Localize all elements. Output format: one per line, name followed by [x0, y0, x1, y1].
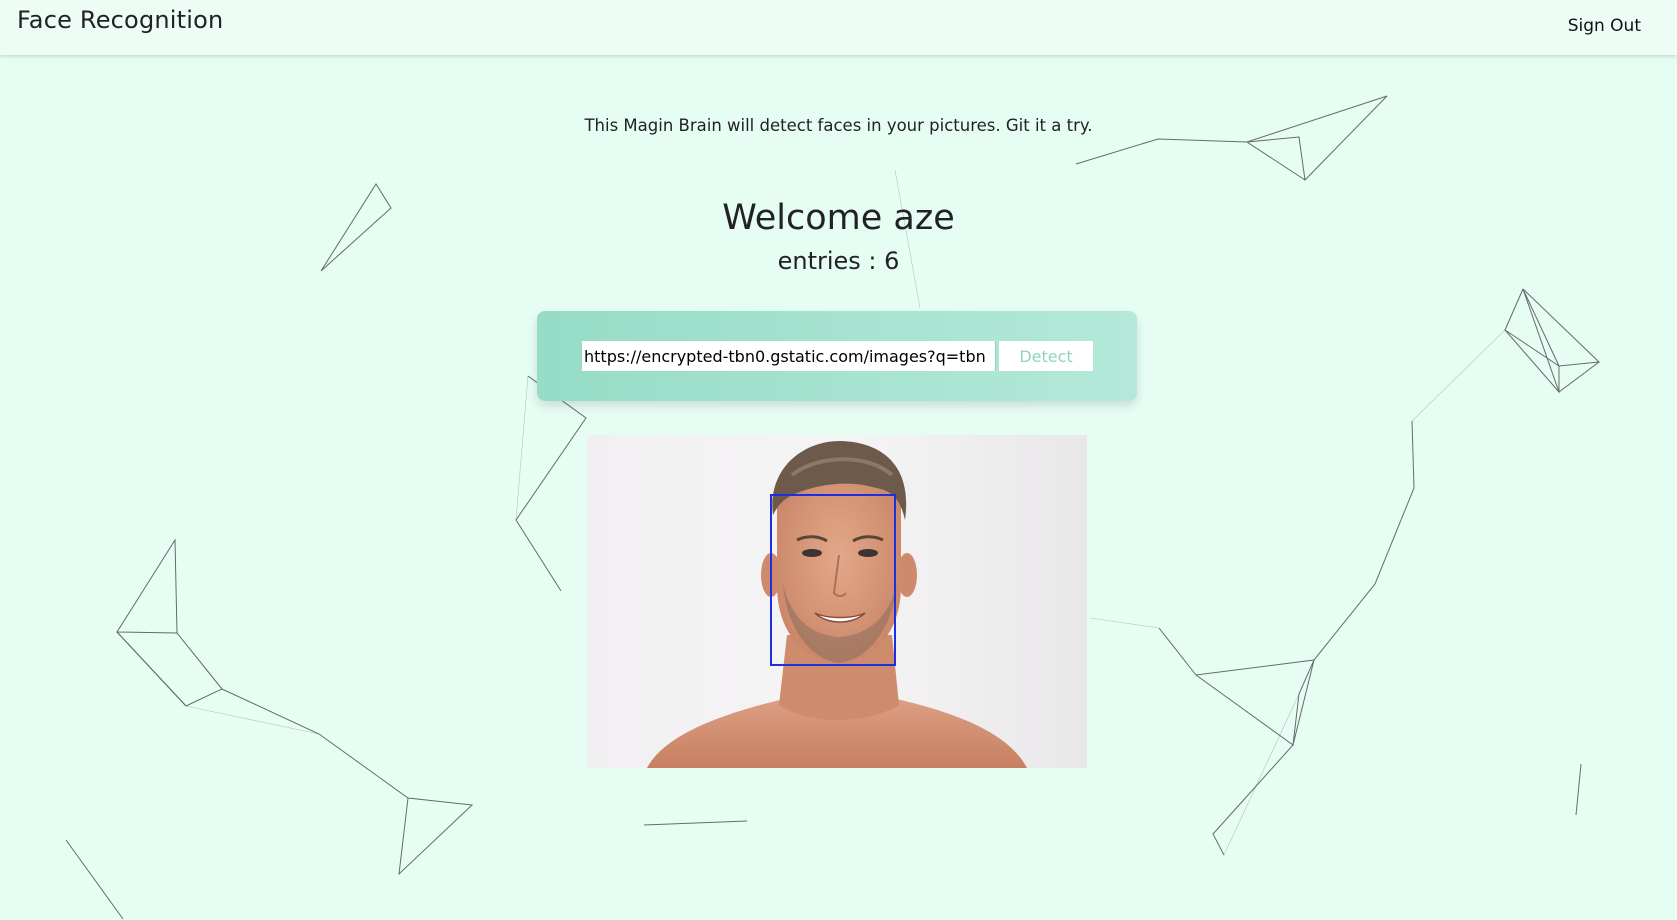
detected-image	[587, 435, 1087, 768]
image-url-input[interactable]	[582, 341, 996, 371]
image-url-form: Detect	[537, 311, 1137, 401]
entries-count: entries : 6	[777, 247, 900, 275]
app-title: Face Recognition	[17, 6, 224, 34]
top-navbar: Face Recognition Sign Out	[0, 0, 1677, 55]
welcome-heading: Welcome aze	[722, 198, 955, 238]
detect-button[interactable]: Detect	[999, 341, 1093, 371]
portrait-photo	[587, 435, 1087, 768]
sign-out-link[interactable]: Sign Out	[1568, 16, 1641, 36]
tagline: This Magin Brain will detect faces in yo…	[584, 116, 1093, 135]
